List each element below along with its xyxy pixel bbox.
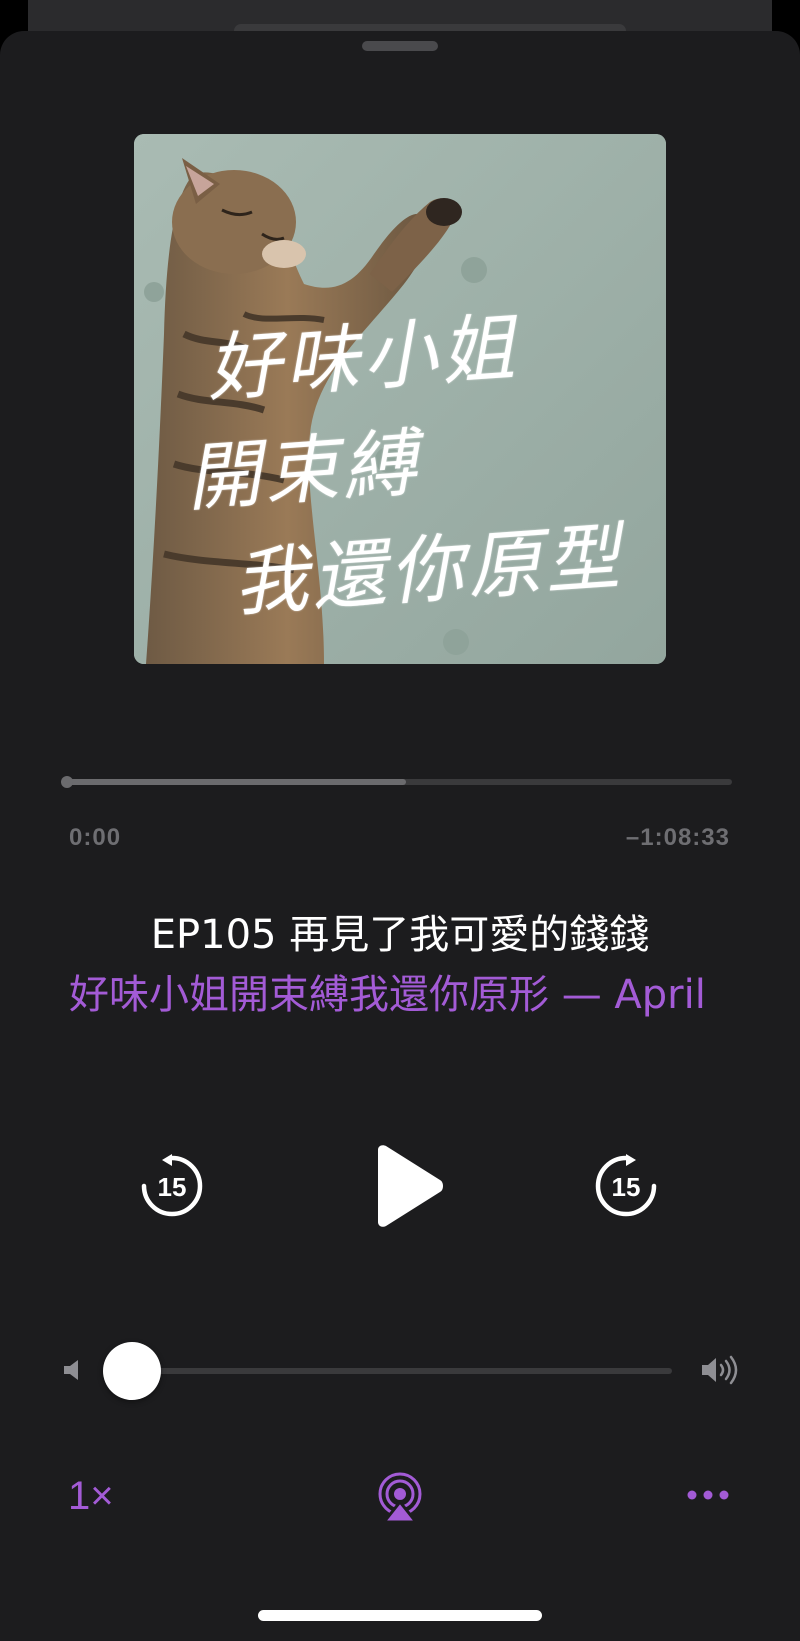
now-playing-screen: 好味小姐 開束縛 我還你原型 0:00 –1:08:33 EP105 再見了我可… bbox=[0, 0, 800, 1641]
sheet-grabber[interactable] bbox=[362, 41, 438, 51]
volume-slider[interactable] bbox=[103, 1342, 672, 1400]
skip-back-15-icon: 15 bbox=[141, 1154, 203, 1217]
artwork-handwritten-text: 好味小姐 開束縛 我還你原型 bbox=[184, 285, 665, 639]
skip-forward-15-button[interactable]: 15 bbox=[590, 1150, 662, 1222]
scrubber-buffered bbox=[66, 779, 406, 785]
speaker-high-icon bbox=[702, 1355, 738, 1385]
volume-slider-knob[interactable] bbox=[103, 1342, 161, 1400]
more-dots-icon[interactable] bbox=[686, 1486, 730, 1504]
podcast-artwork: 好味小姐 開束縛 我還你原型 bbox=[134, 134, 666, 664]
scrubber-knob[interactable] bbox=[61, 776, 73, 788]
playback-speed-button[interactable]: 1× bbox=[68, 1474, 114, 1519]
show-title-marquee[interactable]: 好味小姐開束縛我還你原形 — April bbox=[69, 962, 800, 1020]
skip-forward-15-icon: 15 bbox=[595, 1154, 657, 1217]
home-indicator[interactable] bbox=[258, 1610, 542, 1621]
svg-text:15: 15 bbox=[158, 1172, 187, 1202]
remaining-time: –1:08:33 bbox=[625, 824, 730, 851]
svg-text:15: 15 bbox=[612, 1172, 641, 1202]
airplay-audio-icon[interactable] bbox=[376, 1472, 424, 1522]
elapsed-time: 0:00 bbox=[69, 824, 122, 851]
speaker-low-icon bbox=[64, 1360, 78, 1380]
episode-title: EP105 再見了我可愛的錢錢 bbox=[150, 912, 650, 958]
playback-scrubber[interactable] bbox=[61, 776, 732, 788]
play-icon bbox=[378, 1145, 443, 1227]
skip-back-15-button[interactable]: 15 bbox=[136, 1150, 208, 1222]
play-button[interactable] bbox=[364, 1144, 448, 1228]
